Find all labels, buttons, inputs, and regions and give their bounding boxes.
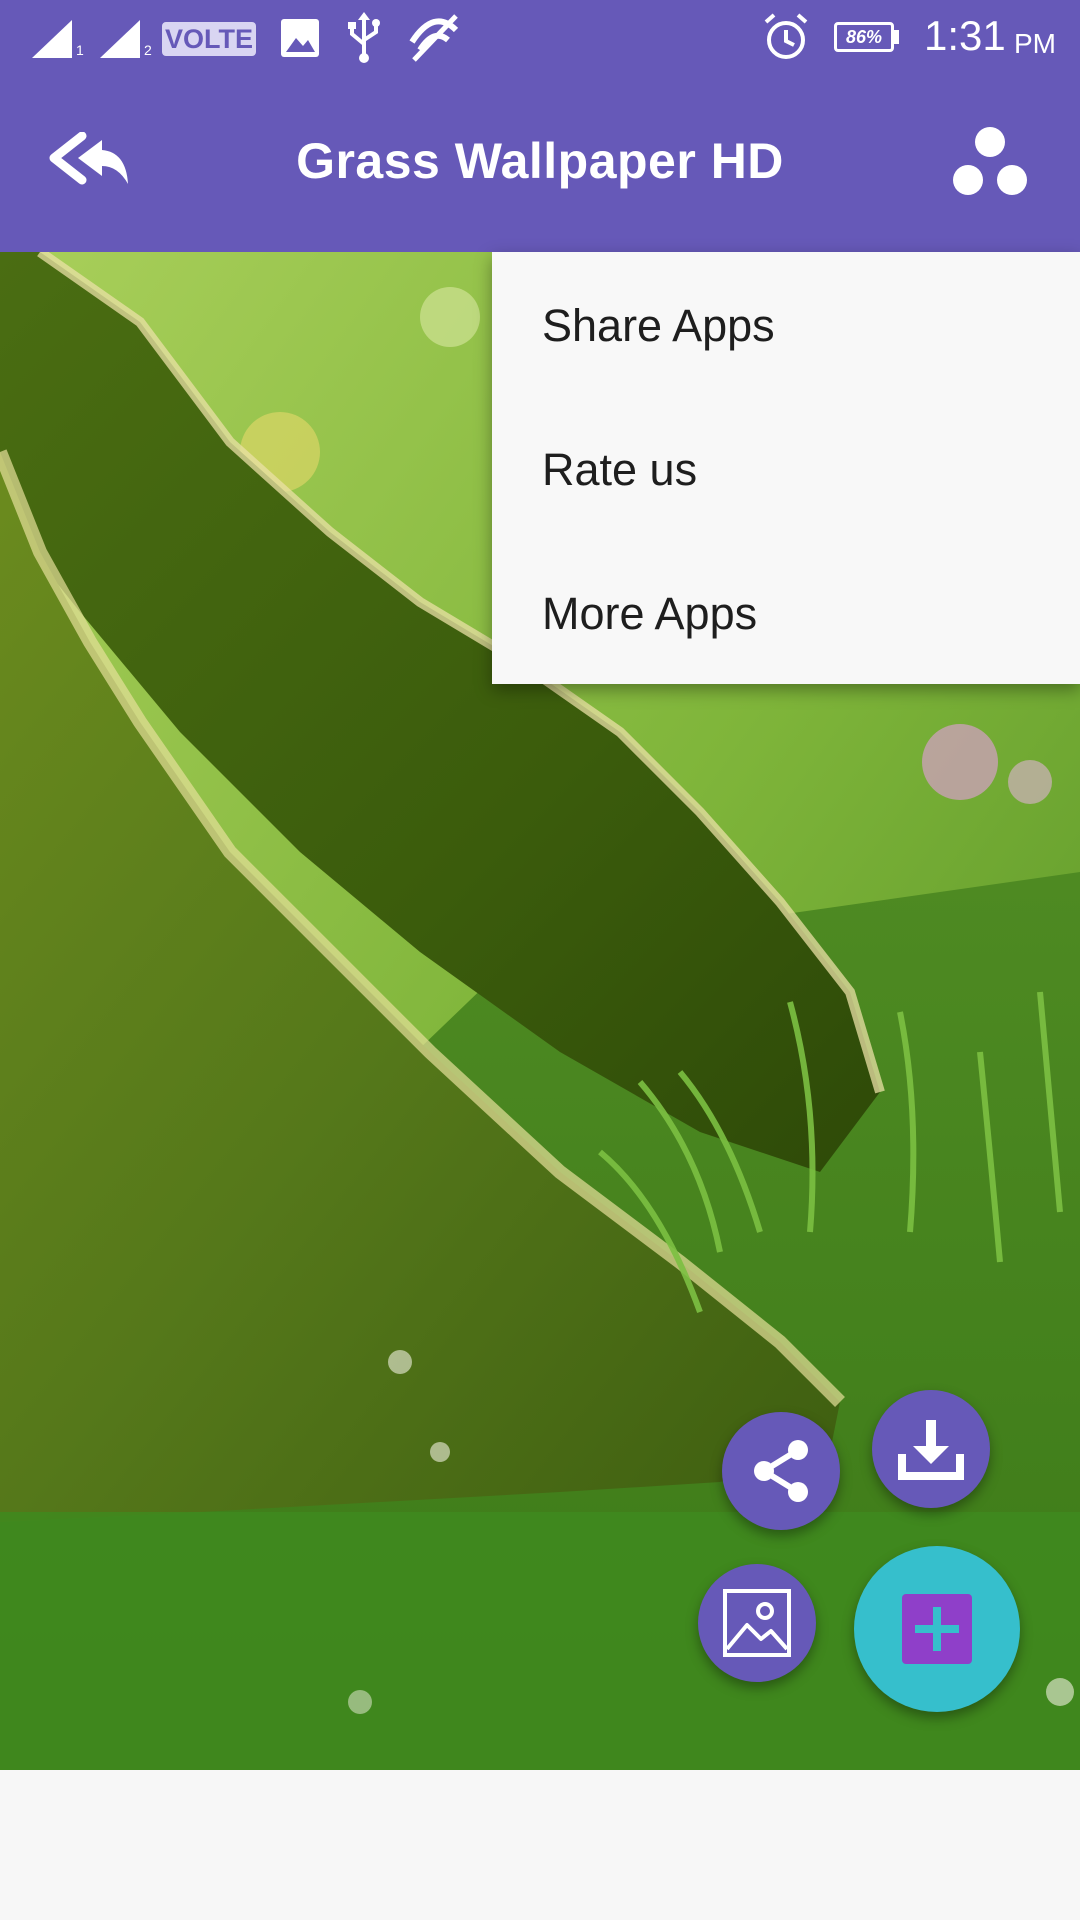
bottom-blank-area xyxy=(0,1770,1080,1920)
share-icon xyxy=(754,1440,808,1502)
main-fab-button[interactable] xyxy=(854,1546,1020,1712)
usb-icon xyxy=(348,12,380,63)
plus-icon xyxy=(902,1594,972,1664)
battery-label: 86% xyxy=(845,27,883,47)
battery-tip xyxy=(894,30,899,44)
page-title: Grass Wallpaper HD xyxy=(296,133,784,189)
set-wallpaper-button[interactable] xyxy=(698,1564,816,1682)
image-notification-icon xyxy=(281,19,319,57)
status-bar: 1 2 VOLTE 86% 1:31 PM xyxy=(0,0,1080,76)
menu-item-more-apps[interactable]: More Apps xyxy=(542,588,757,640)
image-icon xyxy=(723,1589,791,1657)
clock-time: 1:31 xyxy=(924,12,1006,59)
three-dots-icon[interactable] xyxy=(950,124,1030,204)
battery-icon: 86% xyxy=(834,22,894,52)
download-button[interactable] xyxy=(872,1390,990,1508)
volte-label: VOLTE xyxy=(164,24,253,54)
no-wifi-icon xyxy=(409,14,459,62)
app-bar: Grass Wallpaper HD xyxy=(0,76,1080,252)
overflow-menu: Share Apps Rate us More Apps xyxy=(492,252,1080,684)
alarm-icon xyxy=(764,13,808,59)
sim2-label: 2 xyxy=(144,42,152,58)
share-button[interactable] xyxy=(722,1412,840,1530)
download-icon xyxy=(898,1420,964,1480)
sim1-label: 1 xyxy=(76,42,84,58)
menu-item-rate-us[interactable]: Rate us xyxy=(542,444,697,496)
menu-item-share-apps[interactable]: Share Apps xyxy=(542,300,775,352)
clock-ampm: PM xyxy=(1014,28,1056,59)
volte-icon: VOLTE xyxy=(162,22,256,56)
